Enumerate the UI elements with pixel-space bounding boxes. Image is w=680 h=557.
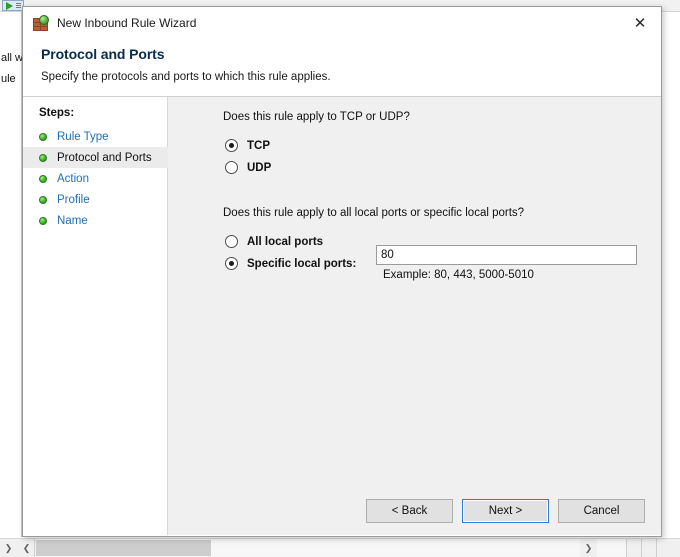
steps-list: Rule Type Protocol and Ports Action Prof… <box>23 126 168 231</box>
toolbar-dots-icon <box>16 3 21 9</box>
bg-left-fragment: all w <box>1 52 23 64</box>
steps-sidebar: Steps: Rule Type Protocol and Ports Acti… <box>23 97 168 535</box>
sidebar-item-label: Action <box>57 173 89 185</box>
radio-button-tcp[interactable] <box>225 139 238 152</box>
step-bullet-icon <box>39 175 47 183</box>
radio-button-udp[interactable] <box>225 161 238 174</box>
scroll-right-button[interactable]: ❯ <box>580 539 597 557</box>
scrollbar-divider <box>641 539 642 557</box>
dialog-titlebar: New Inbound Rule Wizard ✕ <box>23 7 661 41</box>
protocol-question: Does this rule apply to TCP or UDP? <box>223 111 410 123</box>
scrollbar-divider <box>656 539 657 557</box>
next-button[interactable]: Next > <box>462 499 549 523</box>
globe-icon <box>39 15 49 25</box>
horizontal-scrollbar[interactable]: ❮ ❯ ❯ <box>0 538 680 557</box>
sidebar-item-label: Rule Type <box>57 131 109 143</box>
dialog-body: Steps: Rule Type Protocol and Ports Acti… <box>23 97 661 535</box>
scroll-left-button[interactable]: ❮ <box>18 539 35 557</box>
radio-label-specific-local-ports: Specific local ports: <box>247 258 356 270</box>
radio-option-specific-local-ports[interactable]: Specific local ports: <box>225 257 356 270</box>
port-example-text: Example: 80, 443, 5000-5010 <box>383 269 534 281</box>
scrollbar-divider <box>626 539 627 557</box>
sidebar-item-name[interactable]: Name <box>23 210 168 231</box>
radio-option-udp[interactable]: UDP <box>225 161 271 174</box>
arrow-glyph <box>6 2 13 10</box>
sidebar-item-label: Profile <box>57 194 90 206</box>
firewall-globe-icon <box>33 15 50 31</box>
forward-arrow-icon[interactable] <box>2 0 24 11</box>
radio-option-tcp[interactable]: TCP <box>225 139 270 152</box>
page-title: Protocol and Ports <box>41 46 164 62</box>
radio-button-all-local-ports[interactable] <box>225 235 238 248</box>
cancel-button[interactable]: Cancel <box>558 499 645 523</box>
radio-label-all-local-ports: All local ports <box>247 236 323 248</box>
dialog-header: Protocol and Ports Specify the protocols… <box>23 41 661 97</box>
radio-option-all-local-ports[interactable]: All local ports <box>225 235 323 248</box>
step-bullet-icon <box>39 196 47 204</box>
new-inbound-rule-wizard-dialog: New Inbound Rule Wizard ✕ Protocol and P… <box>22 6 662 537</box>
radio-label-tcp: TCP <box>247 140 270 152</box>
ports-question: Does this rule apply to all local ports … <box>223 207 524 219</box>
scroll-track[interactable] <box>36 539 626 557</box>
sidebar-item-action[interactable]: Action <box>23 168 168 189</box>
page-subtitle: Specify the protocols and ports to which… <box>41 71 331 83</box>
wizard-content: Does this rule apply to TCP or UDP? TCP … <box>169 97 661 535</box>
step-bullet-icon <box>39 133 47 141</box>
sidebar-item-label: Protocol and Ports <box>57 152 152 164</box>
scrollbar-divider <box>34 539 35 557</box>
sidebar-item-profile[interactable]: Profile <box>23 189 168 210</box>
specific-local-ports-input[interactable] <box>376 245 637 265</box>
dialog-button-row: < Back Next > Cancel <box>366 499 645 523</box>
console-left-pane: all w ule <box>0 12 22 537</box>
sidebar-item-protocol-and-ports[interactable]: Protocol and Ports <box>23 147 168 168</box>
radio-label-udp: UDP <box>247 162 271 174</box>
dialog-title: New Inbound Rule Wizard <box>57 16 196 30</box>
close-icon[interactable]: ✕ <box>625 11 655 35</box>
radio-button-specific-local-ports[interactable] <box>225 257 238 270</box>
back-button[interactable]: < Back <box>366 499 453 523</box>
outer-scroll-button[interactable]: ❯ <box>0 539 17 557</box>
steps-heading: Steps: <box>39 107 74 119</box>
sidebar-item-rule-type[interactable]: Rule Type <box>23 126 168 147</box>
step-bullet-icon <box>39 217 47 225</box>
bg-left-fragment: ule <box>1 73 16 85</box>
sidebar-item-label: Name <box>57 215 88 227</box>
scroll-thumb[interactable] <box>36 540 211 556</box>
step-bullet-icon <box>39 154 47 162</box>
